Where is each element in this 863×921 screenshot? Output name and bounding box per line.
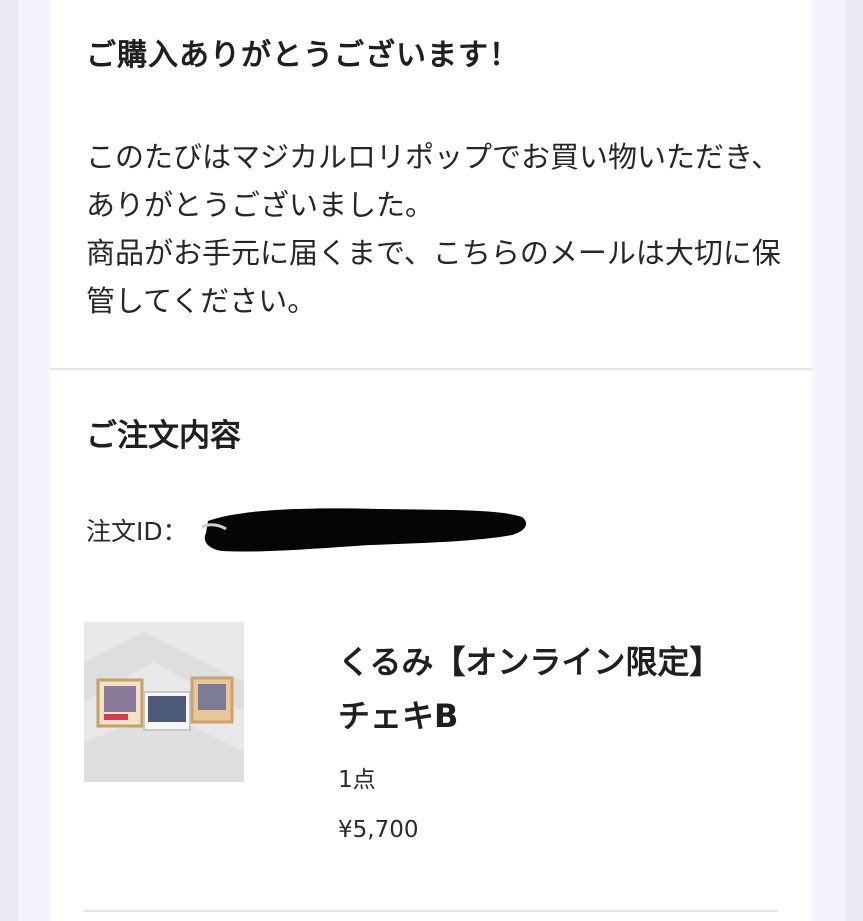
thanks-line-1: このたびはマジカルロリポップでお買い物いただき、ありがとうございました。 (86, 140, 780, 222)
thanks-line-2: 商品がお手元に届くまで、こちらのメールは大切に保管してください。 (86, 236, 781, 318)
item-divider (84, 910, 778, 912)
product-image[interactable] (84, 622, 244, 782)
product-name-line-1: くるみ【オンライン限定】 (338, 643, 722, 681)
product-name[interactable]: くるみ【オンライン限定】 チェキB (338, 635, 798, 743)
product-quantity: 1点 (338, 767, 376, 793)
product-name-line-2: チェキB (338, 697, 459, 735)
order-section-title: ご注文内容 (86, 418, 241, 454)
order-id-label: 注文ID： (86, 517, 188, 546)
product-price: ¥5,700 (338, 817, 419, 843)
redaction-mark (201, 508, 527, 552)
thanks-message: このたびはマジカルロリポップでお買い物いただき、ありがとうございました。 商品が… (86, 133, 786, 325)
product-photo-icon (84, 622, 244, 782)
thanks-title: ご購入ありがとうございます！ (86, 38, 520, 73)
section-divider (50, 368, 812, 370)
